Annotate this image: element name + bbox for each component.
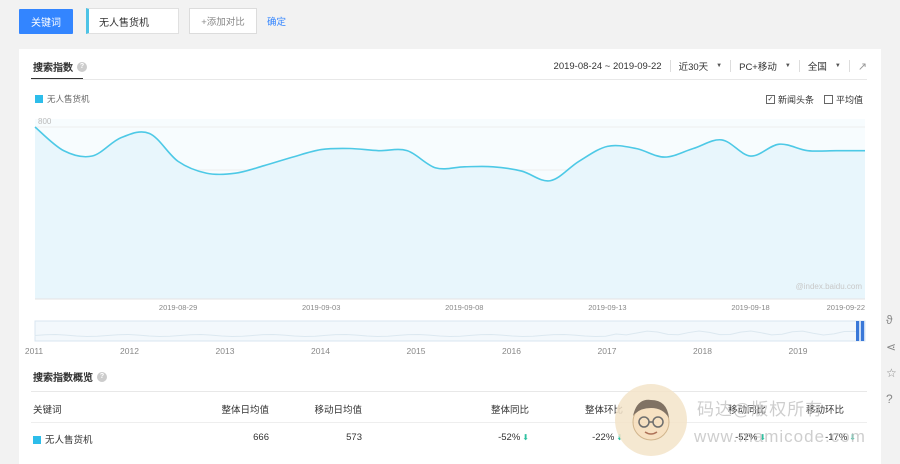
slider-year-label: 2017 — [598, 346, 617, 356]
help-icon[interactable]: ? — [97, 371, 107, 382]
row-keyword: 无人售货机 — [33, 432, 93, 446]
device-dropdown[interactable]: PC+移动 ▼ — [739, 59, 791, 73]
x-tick-label: 2019-09-18 — [731, 303, 769, 312]
slider-year-label: 2015 — [407, 346, 426, 356]
x-tick-label: 2019-09-03 — [302, 303, 340, 312]
checkbox-checked-icon: ✓ — [765, 95, 775, 104]
x-tick-label: 2019-08-29 — [159, 303, 197, 312]
divider — [730, 60, 732, 72]
divider — [669, 60, 671, 72]
col-header-overall-avg: 整体日均值 — [221, 405, 269, 416]
slider-year-label: 2019 — [789, 346, 808, 356]
avatar-illustration — [632, 399, 670, 441]
col-header-overall-yoy: 整体同比 — [490, 405, 529, 416]
caret-down-icon: ▼ — [784, 63, 791, 69]
row-swatch — [33, 436, 41, 444]
region-label: 全国 — [807, 62, 827, 73]
export-icon[interactable]: ↗ — [858, 60, 867, 73]
x-tick-label: 2019-09-08 — [445, 303, 483, 312]
divider — [848, 60, 850, 72]
slider-track — [34, 320, 866, 342]
news-checkbox-label: 新闻头条 — [777, 95, 814, 105]
panel-title-text: 搜索指数 — [33, 63, 73, 74]
panel-title: 搜索指数 ? — [33, 59, 87, 74]
divider — [31, 79, 867, 80]
chart-svg: 8006004002002019-08-292019-09-032019-09-… — [34, 117, 865, 312]
watermark-text: 码达@版权所有 — [697, 400, 824, 419]
share-icon[interactable]: ⋖ — [886, 340, 896, 354]
slider-year-label: 2012 — [120, 346, 139, 356]
region-dropdown[interactable]: 全国 ▼ — [808, 59, 841, 73]
x-tick-label: 2019-09-22 — [827, 303, 865, 312]
divider — [798, 60, 800, 72]
y-tick-label: 800 — [38, 117, 52, 126]
col-header-keyword: 关键词 — [33, 405, 62, 416]
divider — [31, 422, 867, 423]
slider-svg: 2011 2012 2013 2014 2015 2016 2017 2018 2019 — [25, 320, 866, 356]
keyword-input[interactable]: 无人售货机 — [86, 8, 179, 34]
col-header-mobile-avg: 移动日均值 — [314, 405, 362, 416]
average-checkbox[interactable]: 平均值 — [823, 93, 863, 106]
help-icon[interactable]: ? — [886, 392, 893, 406]
chart-options: ✓ 新闻头条 平均值 — [756, 93, 863, 106]
chart-legend[interactable]: 无人售货机 — [35, 93, 90, 105]
watermark-url: www.mamicode.com — [694, 427, 866, 446]
slider-handle-left — [856, 321, 859, 341]
row-keyword-label: 无人售货机 — [45, 435, 93, 446]
overall-yoy-value: -52% — [498, 432, 521, 443]
period-dropdown[interactable]: 近30天 ▼ — [679, 59, 723, 73]
chart-watermark: @index.baidu.com — [796, 282, 863, 291]
slider-handle-right — [861, 321, 864, 341]
overall-mom-value: -22% — [592, 432, 615, 443]
summary-title: 搜索指数概览 ? — [33, 369, 107, 384]
average-checkbox-label: 平均值 — [835, 95, 863, 105]
arrow-down-icon: ⬇ — [522, 433, 529, 442]
caret-down-icon: ▼ — [716, 63, 723, 69]
help-icon[interactable]: ? — [77, 61, 87, 72]
date-range-picker[interactable]: 2019-08-24 ~ 2019-09-22 — [554, 61, 662, 72]
slider-year-label: 2013 — [216, 346, 235, 356]
row-overall-yoy: -52% ⬇ — [498, 432, 529, 443]
slider-year-label: 2016 — [502, 346, 521, 356]
feedback-icon[interactable]: ϑ — [886, 313, 893, 327]
slider-year-label: 2011 — [25, 346, 44, 356]
device-label: PC+移动 — [739, 62, 777, 73]
summary-title-text: 搜索指数概览 — [33, 373, 93, 384]
confirm-link[interactable]: 确定 — [267, 14, 286, 28]
caret-down-icon: ▼ — [834, 63, 841, 69]
legend-swatch — [35, 95, 43, 103]
filter-controls: 2019-08-24 ~ 2019-09-22 近30天 ▼ PC+移动 ▼ 全国 ▼… — [554, 59, 867, 73]
legend-label: 无人售货机 — [47, 94, 90, 104]
watermark-avatar — [615, 384, 687, 456]
row-overall-avg: 666 — [253, 432, 269, 443]
add-compare-button[interactable]: +添加对比 — [189, 8, 257, 34]
divider — [31, 391, 867, 392]
news-checkbox[interactable]: ✓ 新闻头条 — [765, 93, 814, 106]
checkbox-icon — [823, 95, 833, 104]
star-icon[interactable]: ☆ — [886, 366, 897, 380]
slider-year-label: 2018 — [693, 346, 712, 356]
keyword-tab-button[interactable]: 关键词 — [19, 9, 73, 34]
time-range-slider[interactable]: 2011 2012 2013 2014 2015 2016 2017 2018 2019 — [19, 319, 881, 364]
period-label: 近30天 — [678, 62, 709, 73]
search-index-chart[interactable]: 8006004002002019-08-292019-09-032019-09-… — [19, 109, 881, 319]
slider-year-label: 2014 — [311, 346, 330, 356]
row-mobile-avg: 573 — [346, 432, 362, 443]
x-tick-label: 2019-09-13 — [588, 303, 626, 312]
